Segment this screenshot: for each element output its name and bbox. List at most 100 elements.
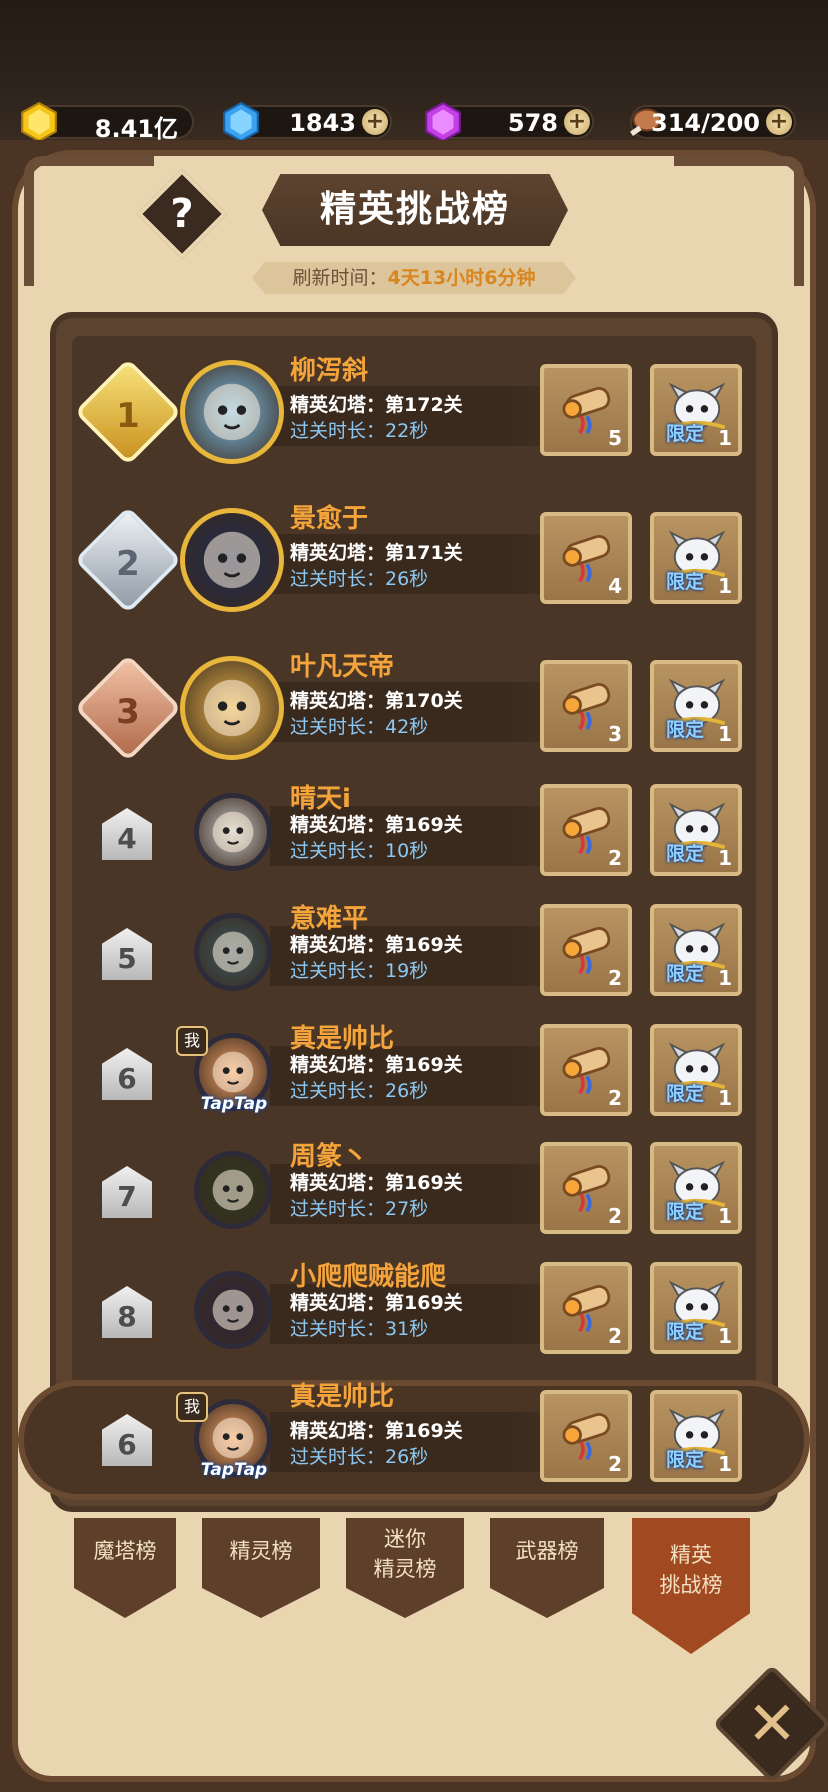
rank-number: 2 (116, 544, 140, 584)
reward-scroll[interactable]: 5 (540, 364, 632, 456)
tower-level: 精英幻塔：第172关 (290, 394, 463, 416)
character-portrait-icon (203, 679, 261, 737)
resource-bar: 8.41亿 1843 + 578 + 314/200 + (0, 0, 828, 150)
reward-scroll[interactable]: 3 (540, 660, 632, 752)
stamina-counter: 314/200 + (630, 105, 796, 139)
limited-label: 限定 (666, 1201, 705, 1223)
ranking-row[interactable]: 6 我 TapTap 真是帅比 精英幻塔：第169关 过关时长：26秒 2 限定 1 (0, 1024, 828, 1120)
reward-limited-pet[interactable]: 限定 1 (650, 784, 742, 876)
me-tag: 我 (176, 1392, 208, 1422)
reward-limited-pet[interactable]: 限定 1 (650, 1142, 742, 1234)
ranking-row[interactable]: 8 小爬爬贼能爬 精英幻塔：第169关 过关时长：31秒 2 限定 1 (0, 1262, 828, 1358)
ranking-row[interactable]: 4 晴天i 精英幻塔：第169关 过关时长：10秒 2 限定 1 (0, 784, 828, 880)
refresh-timer: 刷新时间：4天13小时6分钟 (252, 262, 576, 294)
player-avatar[interactable] (194, 1151, 272, 1229)
clear-time: 过关时长：31秒 (290, 1318, 429, 1340)
reward-count: 1 (718, 1452, 732, 1476)
limited-label: 限定 (666, 1083, 705, 1105)
player-avatar[interactable] (180, 508, 284, 612)
player-avatar[interactable] (194, 913, 272, 991)
player-avatar[interactable] (194, 1271, 272, 1349)
ranking-row[interactable]: 5 意难平 精英幻塔：第169关 过关时长：19秒 2 限定 1 (0, 904, 828, 1000)
tower-level: 精英幻塔：第171关 (290, 542, 463, 564)
blue-gem-value: 1843 (289, 109, 356, 137)
player-avatar[interactable] (194, 793, 272, 871)
add-blue-gem-button[interactable]: + (362, 109, 388, 135)
tab-label: 精灵榜 (229, 1539, 293, 1563)
frame-corner-ornament (674, 156, 804, 286)
rank-badge: 6 (102, 1414, 152, 1466)
reward-count: 1 (718, 966, 732, 990)
reward-scroll[interactable]: 2 (540, 784, 632, 876)
rank-badge: 1 (74, 358, 182, 466)
character-portrait-icon (203, 383, 261, 441)
ranking-row[interactable]: 7 周篆丶 精英幻塔：第169关 过关时长：27秒 2 限定 1 (0, 1142, 828, 1238)
reward-count: 2 (608, 1452, 622, 1476)
limited-label: 限定 (666, 843, 705, 865)
clear-time: 过关时长：27秒 (290, 1198, 429, 1220)
limited-label: 限定 (666, 719, 705, 741)
rank-number: 6 (117, 1428, 137, 1461)
purple-gem-value: 578 (507, 109, 558, 137)
clear-time: 过关时长：19秒 (290, 960, 429, 982)
add-purple-gem-button[interactable]: + (564, 109, 590, 135)
limited-label: 限定 (666, 1321, 705, 1343)
player-name: 柳泻斜 (290, 356, 369, 386)
limited-label: 限定 (666, 1449, 705, 1471)
stamina-value: 314/200 (651, 109, 760, 137)
character-portrait-icon (203, 531, 261, 589)
rank-number: 4 (117, 822, 137, 855)
rank-badge: 7 (102, 1166, 152, 1218)
reward-limited-pet[interactable]: 限定 1 (650, 1390, 742, 1482)
refresh-label: 刷新时间： (292, 267, 388, 289)
ranking-row[interactable]: 3 叶凡天帝 精英幻塔：第170关 过关时长：42秒 3 限定 1 (0, 648, 828, 768)
character-portrait-icon (212, 811, 254, 853)
reward-limited-pet[interactable]: 限定 1 (650, 1262, 742, 1354)
reward-scroll[interactable]: 2 (540, 1262, 632, 1354)
player-avatar[interactable] (180, 656, 284, 760)
tower-level: 精英幻塔：第169关 (290, 814, 463, 836)
rank-badge: 3 (74, 654, 182, 762)
reward-scroll[interactable]: 2 (540, 904, 632, 996)
reward-limited-pet[interactable]: 限定 1 (650, 364, 742, 456)
reward-scroll[interactable]: 4 (540, 512, 632, 604)
my-rank-row[interactable]: 6 我 TapTap 真是帅比 精英幻塔：第169关 过关时长：26秒 2 限定 1 (0, 1382, 828, 1494)
reward-count: 1 (718, 1086, 732, 1110)
rank-number: 8 (117, 1300, 137, 1333)
limited-label: 限定 (666, 963, 705, 985)
taptap-label: TapTap (200, 1094, 268, 1114)
frame-corner-ornament (24, 156, 154, 286)
reward-count: 2 (608, 966, 622, 990)
me-tag: 我 (176, 1026, 208, 1056)
question-icon: ? (170, 191, 194, 237)
tower-level: 精英幻塔：第169关 (290, 1054, 463, 1076)
reward-limited-pet[interactable]: 限定 1 (650, 904, 742, 996)
blue-gem-counter: 1843 + (223, 101, 392, 143)
add-stamina-button[interactable]: + (766, 109, 792, 135)
player-name: 叶凡天帝 (290, 652, 395, 682)
reward-scroll[interactable]: 2 (540, 1142, 632, 1234)
blue-gem-icon (223, 101, 259, 143)
tower-level: 精英幻塔：第169关 (290, 934, 463, 956)
tower-level: 精英幻塔：第169关 (290, 1292, 463, 1314)
tab-label: 武器榜 (515, 1539, 579, 1563)
rank-number: 6 (117, 1062, 137, 1095)
rank-number: 7 (117, 1180, 137, 1213)
rank-badge: 6 (102, 1048, 152, 1100)
rank-badge: 2 (74, 506, 182, 614)
clear-time: 过关时长：26秒 (290, 1446, 429, 1468)
reward-limited-pet[interactable]: 限定 1 (650, 512, 742, 604)
taptap-label: TapTap (200, 1460, 268, 1480)
reward-scroll[interactable]: 2 (540, 1024, 632, 1116)
ranking-row[interactable]: 2 景愈于 精英幻塔：第171关 过关时长：26秒 4 限定 1 (0, 500, 828, 620)
reward-scroll[interactable]: 2 (540, 1390, 632, 1482)
rank-badge: 4 (102, 808, 152, 860)
reward-limited-pet[interactable]: 限定 1 (650, 660, 742, 752)
player-avatar[interactable] (180, 360, 284, 464)
ranking-row[interactable]: 1 柳泻斜 精英幻塔：第172关 过关时长：22秒 5 限定 1 (0, 352, 828, 472)
reward-count: 3 (608, 722, 622, 746)
clear-time: 过关时长：26秒 (290, 568, 429, 590)
limited-label: 限定 (666, 423, 705, 445)
reward-count: 1 (718, 846, 732, 870)
reward-limited-pet[interactable]: 限定 1 (650, 1024, 742, 1116)
